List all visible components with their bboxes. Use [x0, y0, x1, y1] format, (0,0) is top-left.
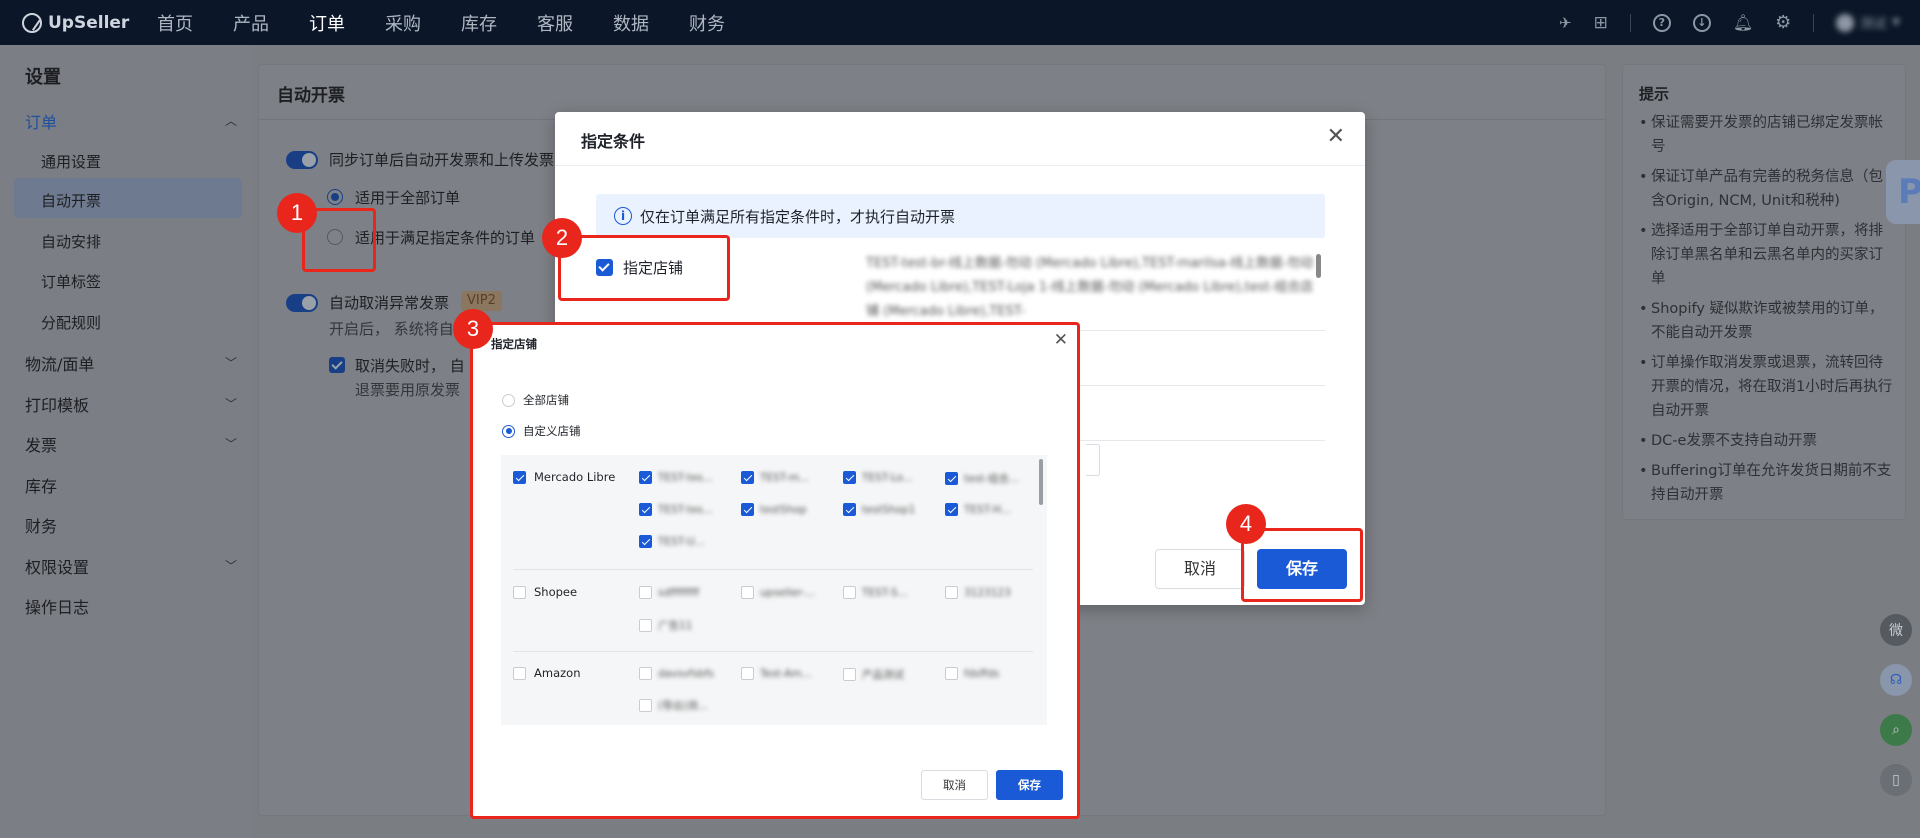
tip-item: 选择适用于全部订单自动开票，将排除订单黑名单和云黑名单内的买家订单 [1639, 219, 1897, 291]
cancel-fail-label: 取消失败时， 自 [355, 357, 465, 375]
cancel-fail-desc: 退票要用原发票 [355, 381, 461, 399]
radio-all-orders[interactable] [327, 189, 343, 205]
cancel-fail-checkbox[interactable] [329, 357, 345, 373]
nav-finance[interactable]: 财务 [689, 10, 725, 36]
radio-conditional-label: 适用于满足指定条件的订单 [355, 229, 536, 247]
sidebar-item-auto-invoice[interactable]: 自动开票 [41, 190, 101, 211]
chevron-down-icon: ﹀ [224, 559, 237, 573]
chevron-down-icon: ﹀ [224, 397, 237, 411]
headset-icon[interactable]: ☊ [1880, 664, 1912, 696]
nav-divider [1629, 13, 1631, 32]
search-icon[interactable]: ⌕ [1880, 714, 1912, 746]
highlight-box-4 [1241, 528, 1363, 602]
download-icon[interactable]: ↓ [1692, 13, 1711, 32]
sidebar-item-auto-arrange[interactable]: 自动安排 [41, 231, 101, 252]
settings-sidebar: 设置 订单 ︿ 通用设置 自动开票 自动安排 订单标签 分配规则 物流/面单 ﹀… [0, 45, 252, 838]
sidebar-item-invoice[interactable]: 发票 ﹀ [25, 432, 237, 456]
gear-icon[interactable]: ⚙ [1775, 12, 1791, 33]
tips-title: 提示 [1639, 85, 1670, 103]
nav-right-tools: ✈ ⊞ ? ↓ 🔔︎ ⚙ 测试 ▼ [1559, 0, 1900, 45]
step-badge-4: 4 [1226, 504, 1266, 544]
nav-products[interactable]: 产品 [233, 10, 269, 36]
chevron-down-icon: ﹀ [224, 437, 237, 451]
nav-inventory[interactable]: 库存 [461, 10, 497, 36]
page-title: 自动开票 [277, 86, 345, 106]
summary-scrollbar[interactable] [1316, 254, 1321, 278]
sidebar-group-orders[interactable]: 订单 ︿ [25, 109, 237, 133]
sync-invoice-toggle[interactable] [286, 151, 318, 169]
highlight-box-2 [558, 235, 730, 301]
nav-home[interactable]: 首页 [157, 10, 193, 36]
tip-item: Buffering订单在允许发货日期前不支持自动开票 [1639, 459, 1897, 507]
sidebar-item-finance[interactable]: 财务 [25, 513, 237, 537]
step-badge-2: 2 [542, 218, 582, 258]
chevron-down-icon: ﹀ [224, 356, 237, 370]
user-menu[interactable]: 测试 ▼ [1836, 13, 1900, 32]
top-nav: UpSeller 首页 产品 订单 采购 库存 客服 数据 财务 ✈ ⊞ ? ↓… [0, 0, 1920, 45]
upseller-logo-icon [22, 12, 42, 33]
step-badge-3: 3 [453, 309, 493, 349]
sidebar-item-logistics[interactable]: 物流/面单 ﹀ [25, 351, 237, 375]
tip-item: DC-e发票不支持自动开票 [1639, 429, 1897, 453]
sidebar-item-inventory[interactable]: 库存 [25, 473, 237, 497]
info-icon: i [614, 207, 632, 225]
auto-cancel-toggle[interactable] [286, 294, 318, 312]
tips-list: 保证需要开发票的店铺已绑定发票帐号 保证订单产品有完善的税务信息（包含Origi… [1639, 111, 1897, 513]
sidebar-item-assign-rules[interactable]: 分配规则 [41, 312, 101, 333]
side-widget-tab[interactable]: P [1886, 160, 1920, 224]
radio-all-orders-label: 适用于全部订单 [355, 189, 461, 207]
highlight-box-3 [470, 322, 1080, 819]
info-banner: i 仅在订单满足所有指定条件时，才执行自动开票 [596, 194, 1325, 238]
avatar [1836, 13, 1855, 32]
tips-panel: 提示 保证需要开发票的店铺已绑定发票帐号 保证订单产品有完善的税务信息（包含Or… [1622, 64, 1906, 520]
nav-data[interactable]: 数据 [613, 10, 649, 36]
nav-divider-2 [1813, 13, 1815, 32]
help-icon[interactable]: ? [1652, 13, 1671, 32]
condition-input-edge[interactable] [1086, 444, 1100, 476]
sidebar-item-order-tags[interactable]: 订单标签 [41, 271, 101, 292]
tip-item: 订单操作取消发票或退票，流转回待开票的情况，将在取消1小时后再执行自动开票 [1639, 351, 1897, 423]
sidebar-item-general[interactable]: 通用设置 [41, 151, 101, 172]
sync-invoice-label: 同步订单后自动开发票和上传发票 [329, 151, 555, 169]
tip-item: 保证订单产品有完善的税务信息（包含Origin, NCM, Unit和税种) [1639, 165, 1897, 213]
apps-grid-icon[interactable]: ⊞ [1594, 13, 1608, 33]
auto-cancel-label: 自动取消异常发票 [329, 294, 450, 312]
vip-badge: VIP2 [461, 291, 502, 311]
sidebar-title: 设置 [25, 67, 61, 88]
nav-orders[interactable]: 订单 [309, 10, 345, 36]
wechat-icon[interactable]: 微 [1880, 614, 1912, 646]
selected-stores-summary: TEST-test-br-线上数据-勿动 (Mercado Libre),TES… [866, 256, 1314, 319]
tip-item: Shopify 疑似欺诈或被禁用的订单，不能自动开发票 [1639, 297, 1897, 345]
mobile-icon[interactable]: ▯ [1880, 764, 1912, 796]
close-icon[interactable]: ✕ [1327, 126, 1345, 148]
nav-service[interactable]: 客服 [537, 10, 573, 36]
cancel-button[interactable]: 取消 [1155, 549, 1245, 589]
rocket-icon[interactable]: ✈ [1559, 14, 1572, 32]
tip-item: 保证需要开发票的店铺已绑定发票帐号 [1639, 111, 1897, 159]
sidebar-item-logs[interactable]: 操作日志 [25, 594, 237, 618]
step-badge-1: 1 [277, 193, 317, 233]
sidebar-item-permissions[interactable]: 权限设置 ﹀ [25, 554, 237, 578]
auto-cancel-desc: 开启后， 系统将自 [329, 320, 454, 338]
nav-purchase[interactable]: 采购 [385, 10, 421, 36]
dialog-divider [555, 165, 1365, 166]
bell-icon[interactable]: 🔔︎ [1733, 13, 1753, 32]
chevron-down-icon: ▼ [1892, 17, 1900, 28]
dialog-title: 指定条件 [581, 132, 646, 151]
chevron-up-icon: ︿ [224, 114, 237, 128]
sidebar-item-print-templates[interactable]: 打印模板 ﹀ [25, 392, 237, 416]
upseller-logo[interactable]: UpSeller [22, 12, 157, 33]
